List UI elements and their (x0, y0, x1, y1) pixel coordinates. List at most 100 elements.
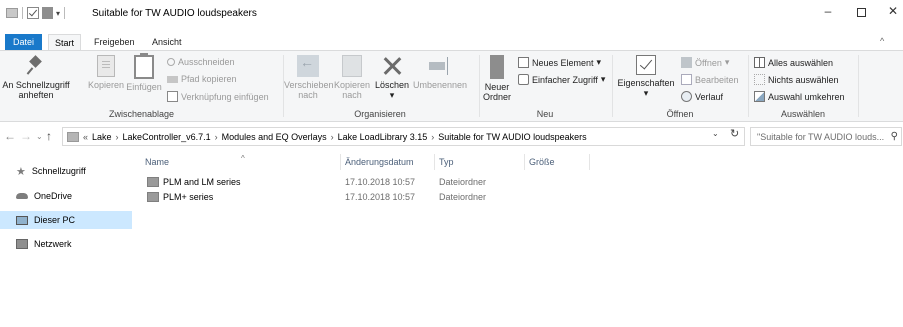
file-row[interactable]: PLM and LM series 17.10.2018 10:57 Datei… (140, 175, 600, 190)
invert-selection-button[interactable]: Auswahl umkehren (754, 91, 845, 102)
new-folder-button[interactable]: Neuer Ordner (482, 55, 512, 102)
column-divider[interactable] (524, 154, 525, 170)
paste-shortcut-button[interactable]: Verknüpfung einfügen (167, 91, 269, 102)
history-icon (681, 91, 692, 102)
tab-view[interactable]: Ansicht (146, 34, 188, 50)
column-divider[interactable] (340, 154, 341, 170)
address-row: ← → ⌄ ↑ « Lake › LakeController_v6.7.1 ›… (0, 126, 903, 148)
easy-access-button[interactable]: Einfacher Zugriff ▾ (518, 74, 605, 85)
cut-label: Ausschneiden (178, 57, 235, 67)
copy-to-button[interactable]: Kopieren nach (332, 55, 372, 100)
paste-button[interactable]: Einfügen (124, 53, 164, 92)
shortcut-icon (167, 91, 178, 102)
new-item-button[interactable]: Neues Element ▾ (518, 57, 601, 68)
column-header-date[interactable]: Änderungsdatum (345, 153, 414, 171)
copy-button[interactable]: Kopieren (86, 55, 126, 90)
move-to-button[interactable]: Verschieben nach (284, 55, 334, 100)
breadcrumb-overflow[interactable]: « (83, 132, 88, 142)
up-arrow-icon[interactable]: ↑ (46, 129, 52, 143)
column-divider[interactable] (434, 154, 435, 170)
new-item-icon (518, 57, 529, 68)
file-date: 17.10.2018 10:57 (345, 177, 416, 187)
nav-item-quick-access[interactable]: ★ Schnellzugriff (0, 162, 132, 180)
copy-path-label: Pfad kopieren (181, 74, 237, 84)
back-arrow-icon[interactable]: ← (4, 129, 16, 143)
open-label: Öffnen (695, 57, 722, 68)
column-header-size[interactable]: Größe (529, 153, 555, 171)
open-dropdown-icon: ▾ (724, 57, 730, 67)
breadcrumb-item-current[interactable]: Suitable for TW AUDIO loudspeakers (438, 132, 586, 142)
nav-item-onedrive[interactable]: OneDrive (0, 187, 132, 205)
edit-button[interactable]: Bearbeiten (681, 74, 739, 85)
toolbar-divider (64, 7, 66, 19)
history-button[interactable]: Verlauf (681, 91, 723, 102)
file-row[interactable]: PLM+ series 17.10.2018 10:57 Dateiordner (140, 190, 600, 205)
folder-location-icon (67, 131, 79, 142)
rename-button[interactable]: Umbenennen (412, 55, 468, 90)
breadcrumb-separator[interactable]: › (331, 132, 334, 142)
select-all-icon (754, 57, 765, 68)
rename-label: Umbenennen (412, 80, 468, 90)
properties-icon[interactable] (27, 7, 39, 19)
ribbon-collapse-icon[interactable]: ^ (880, 36, 884, 46)
edit-icon (681, 74, 692, 85)
copy-icon (97, 55, 115, 77)
new-folder-icon[interactable] (42, 7, 53, 19)
pin-quick-access-button[interactable]: An Schnellzugriff anheften (1, 55, 71, 100)
nav-item-label: OneDrive (34, 191, 73, 201)
open-button[interactable]: Öffnen ▾ (681, 57, 729, 68)
column-header-name-label: Name (145, 157, 170, 167)
ribbon-tabs: Datei Start Freigeben Ansicht (0, 34, 903, 51)
select-all-button[interactable]: Alles auswählen (754, 57, 833, 68)
edit-label: Bearbeiten (695, 74, 739, 85)
copy-to-icon (342, 55, 362, 77)
column-header-type[interactable]: Typ (439, 153, 454, 171)
search-icon[interactable]: ⚲ (891, 131, 898, 142)
column-header-name[interactable]: ^ Name (145, 153, 245, 171)
forward-arrow-icon[interactable]: → (20, 129, 32, 143)
copy-label: Kopieren (87, 80, 125, 90)
sort-ascending-icon: ^ (241, 154, 245, 163)
breadcrumb-item[interactable]: Lake (92, 132, 112, 142)
breadcrumb-item[interactable]: Modules and EQ Overlays (222, 132, 327, 142)
search-box[interactable]: "Suitable for TW AUDIO louds... ⚲ (750, 127, 902, 146)
delete-dropdown-icon: ▾ (389, 90, 395, 100)
breadcrumb-item[interactable]: LakeController_v6.7.1 (123, 132, 211, 142)
minimize-button[interactable]: – (813, 4, 843, 18)
copy-path-button[interactable]: Pfad kopieren (167, 74, 237, 84)
breadcrumb-item[interactable]: Lake LoadLibrary 3.15 (338, 132, 428, 142)
properties-button[interactable]: Eigenschaften ▾ (615, 55, 677, 98)
nav-item-network[interactable]: Netzwerk (0, 235, 132, 253)
nav-item-this-pc[interactable]: Dieser PC (0, 211, 132, 229)
open-group-label: Öffnen (666, 109, 694, 119)
breadcrumb-separator[interactable]: › (431, 132, 434, 142)
navigation-pane: ★ Schnellzugriff OneDrive Dieser PC Netz… (0, 150, 132, 327)
properties-icon (636, 55, 656, 75)
file-date: 17.10.2018 10:57 (345, 192, 416, 202)
breadcrumb-separator[interactable]: › (116, 132, 119, 142)
delete-button[interactable]: Löschen ▾ (372, 55, 412, 100)
close-button[interactable]: ✕ (878, 4, 903, 18)
file-type: Dateiordner (439, 192, 487, 202)
copy-to-label-line2: nach (342, 90, 362, 100)
select-none-button[interactable]: Nichts auswählen (754, 74, 839, 85)
recent-locations-chevron-icon[interactable]: ⌄ (36, 132, 43, 141)
address-history-dropdown-icon[interactable]: ⌄ (712, 129, 719, 138)
move-to-label-line1: Verschieben (284, 80, 334, 90)
tab-file[interactable]: Datei (5, 34, 42, 50)
refresh-icon[interactable]: ↻ (730, 127, 739, 140)
new-folder-label-line2: Ordner (482, 92, 511, 102)
maximize-icon (856, 8, 866, 17)
select-group: Alles auswählen Nichts auswählen Auswahl… (749, 51, 857, 121)
tab-share[interactable]: Freigeben (88, 34, 141, 50)
breadcrumb-separator[interactable]: › (215, 132, 218, 142)
column-divider[interactable] (589, 154, 590, 170)
select-all-label: Alles auswählen (768, 57, 834, 68)
maximize-button[interactable] (846, 4, 876, 20)
customize-toolbar-dropdown-icon[interactable]: ▾ (56, 9, 60, 18)
title-bar: ▾ Suitable for TW AUDIO loudspeakers – ✕ (0, 0, 903, 30)
folder-icon[interactable] (6, 8, 18, 18)
address-bar[interactable]: « Lake › LakeController_v6.7.1 › Modules… (62, 127, 745, 146)
cut-button[interactable]: Ausschneiden (167, 57, 235, 67)
tab-start[interactable]: Start (48, 34, 82, 51)
